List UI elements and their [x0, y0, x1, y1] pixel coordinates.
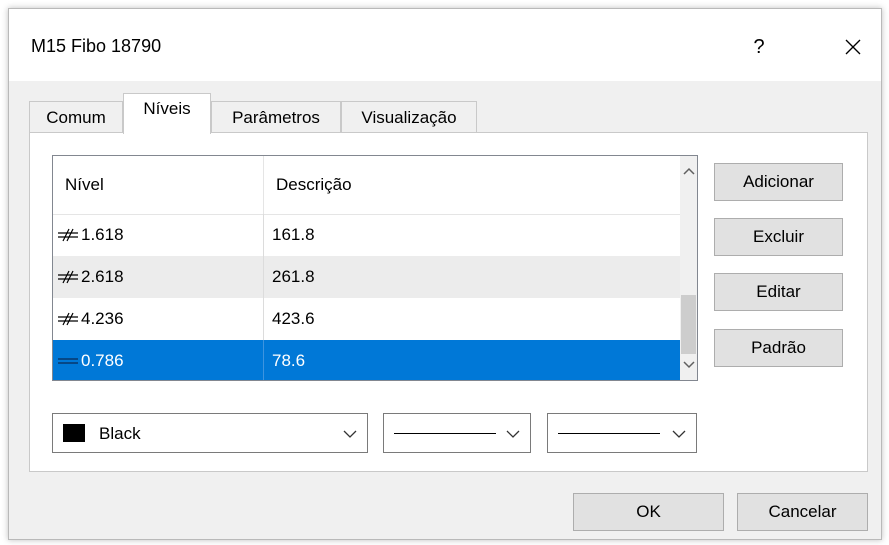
- level-value: 0.786: [81, 351, 124, 370]
- tab-comum[interactable]: Comum: [29, 101, 123, 133]
- scroll-up-button[interactable]: [680, 156, 697, 186]
- column-divider: [263, 298, 264, 340]
- cancel-button[interactable]: Cancelar: [737, 493, 868, 531]
- level-row[interactable]: 1.618 161.8: [53, 214, 680, 256]
- add-level-button[interactable]: Adicionar: [714, 163, 843, 201]
- level-description: 261.8: [272, 267, 315, 286]
- delete-level-button[interactable]: Excluir: [714, 218, 843, 256]
- column-divider[interactable]: [263, 156, 264, 214]
- default-levels-button[interactable]: Padrão: [714, 329, 843, 367]
- column-divider: [263, 340, 264, 380]
- help-button[interactable]: ?: [737, 27, 781, 67]
- level-row[interactable]: 4.236 423.6: [53, 298, 680, 340]
- column-divider: [263, 256, 264, 298]
- close-button[interactable]: [831, 27, 875, 67]
- tab-parametros[interactable]: Parâmetros: [211, 101, 341, 133]
- color-select-value: Black: [99, 424, 141, 443]
- tab-label: Visualização: [361, 107, 457, 127]
- level-description: 423.6: [272, 309, 315, 328]
- line-style-sample: [394, 433, 496, 434]
- chevron-down-icon: [672, 430, 686, 438]
- scroll-thumb[interactable]: [681, 295, 696, 354]
- close-icon: [845, 39, 861, 55]
- line-width-sample: [558, 433, 660, 434]
- levels-panel: Nível Descrição 1.618 161.8 2.618 261.8: [29, 132, 868, 472]
- levels-list-header: Nível Descrição: [53, 156, 680, 215]
- chevron-down-icon: [682, 361, 695, 369]
- tab-visualizacao[interactable]: Visualização: [341, 101, 477, 133]
- level-value: 4.236: [81, 309, 124, 328]
- level-description: 161.8: [272, 225, 315, 244]
- help-icon: ?: [753, 35, 765, 58]
- fibo-level-icon: [58, 270, 78, 284]
- tab-niveis[interactable]: Níveis: [123, 93, 211, 134]
- color-select[interactable]: Black: [52, 413, 368, 453]
- tab-label: Níveis: [143, 99, 191, 118]
- tab-label: Comum: [46, 107, 106, 127]
- column-divider: [263, 214, 264, 256]
- vertical-scrollbar[interactable]: [680, 156, 697, 380]
- fibo-level-icon: [58, 358, 78, 364]
- chevron-down-icon: [506, 430, 520, 438]
- fibo-level-icon: [58, 228, 78, 242]
- level-value: 1.618: [81, 225, 124, 244]
- fibo-properties-dialog: M15 Fibo 18790 ? Comum Níveis Parâmetros…: [8, 8, 882, 540]
- chevron-up-icon: [682, 167, 695, 175]
- title-bar: M15 Fibo 18790 ?: [9, 9, 881, 81]
- level-row-selected[interactable]: 0.786 78.6: [53, 340, 680, 380]
- level-value: 2.618: [81, 267, 124, 286]
- ok-button[interactable]: OK: [573, 493, 724, 531]
- scroll-down-button[interactable]: [680, 350, 697, 380]
- fibo-level-icon: [58, 312, 78, 326]
- edit-level-button[interactable]: Editar: [714, 273, 843, 311]
- window-title: M15 Fibo 18790: [31, 36, 162, 56]
- level-description: 78.6: [272, 351, 306, 370]
- line-width-select[interactable]: [547, 413, 697, 453]
- color-swatch: [63, 424, 85, 442]
- column-header-level[interactable]: Nível: [65, 156, 104, 214]
- line-style-select[interactable]: [383, 413, 531, 453]
- chevron-down-icon: [343, 430, 357, 438]
- level-row[interactable]: 2.618 261.8: [53, 256, 680, 298]
- levels-list[interactable]: Nível Descrição 1.618 161.8 2.618 261.8: [52, 155, 698, 381]
- tab-label: Parâmetros: [232, 107, 320, 127]
- column-header-description[interactable]: Descrição: [276, 156, 352, 214]
